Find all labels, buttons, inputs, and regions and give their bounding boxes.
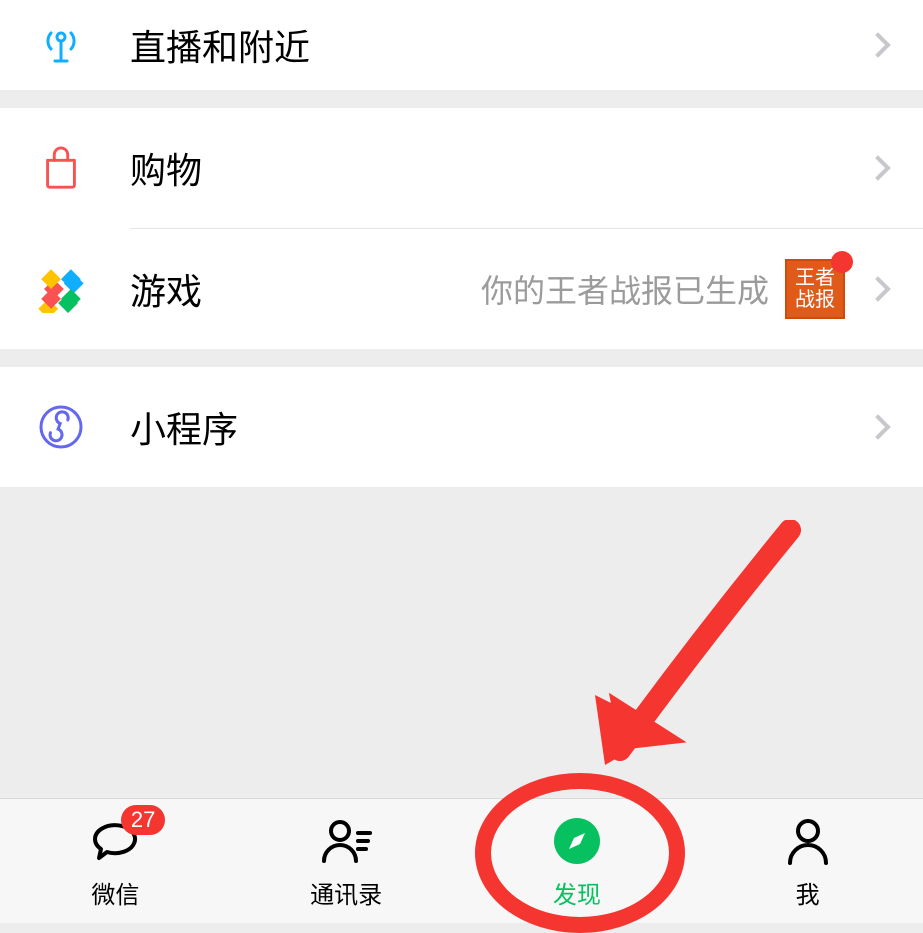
tab-chat[interactable]: 27 微信 <box>0 799 231 923</box>
chevron-right-icon <box>865 32 890 57</box>
row-shopping[interactable]: 购物 <box>0 108 923 228</box>
row-label: 小程序 <box>130 401 869 453</box>
miniprogram-icon <box>36 402 86 452</box>
tab-contacts[interactable]: 通讯录 <box>231 799 462 923</box>
row-miniprogram[interactable]: 小程序 <box>0 367 923 487</box>
tab-me[interactable]: 我 <box>692 799 923 923</box>
tab-bar: 27 微信 通讯录 发现 <box>0 798 923 923</box>
contacts-icon <box>318 813 374 869</box>
shopping-bag-icon <box>36 143 86 193</box>
chevron-right-icon <box>865 155 890 180</box>
games-icon <box>36 264 86 314</box>
person-icon <box>780 813 836 869</box>
unread-badge: 27 <box>121 805 165 835</box>
tab-label: 微信 <box>91 875 139 910</box>
row-games[interactable]: 游戏 你的王者战报已生成 王者 战报 <box>0 229 923 349</box>
row-label: 直播和附近 <box>130 19 869 71</box>
chevron-right-icon <box>865 276 890 301</box>
row-label: 购物 <box>130 142 869 194</box>
tab-discover[interactable]: 发现 <box>462 799 693 923</box>
chevron-right-icon <box>865 414 890 439</box>
notification-dot <box>831 251 853 273</box>
empty-space <box>0 487 923 777</box>
row-live-nearby[interactable]: 直播和附近 <box>0 0 923 90</box>
compass-icon <box>549 813 605 869</box>
games-thumbnail: 王者 战报 <box>785 259 845 319</box>
chat-bubble-icon: 27 <box>87 813 143 869</box>
tab-label: 发现 <box>553 875 601 910</box>
tab-label: 我 <box>796 875 820 910</box>
live-icon <box>36 20 86 70</box>
row-label: 游戏 <box>130 263 481 315</box>
tab-label: 通讯录 <box>310 875 382 910</box>
row-hint: 你的王者战报已生成 <box>481 266 769 312</box>
